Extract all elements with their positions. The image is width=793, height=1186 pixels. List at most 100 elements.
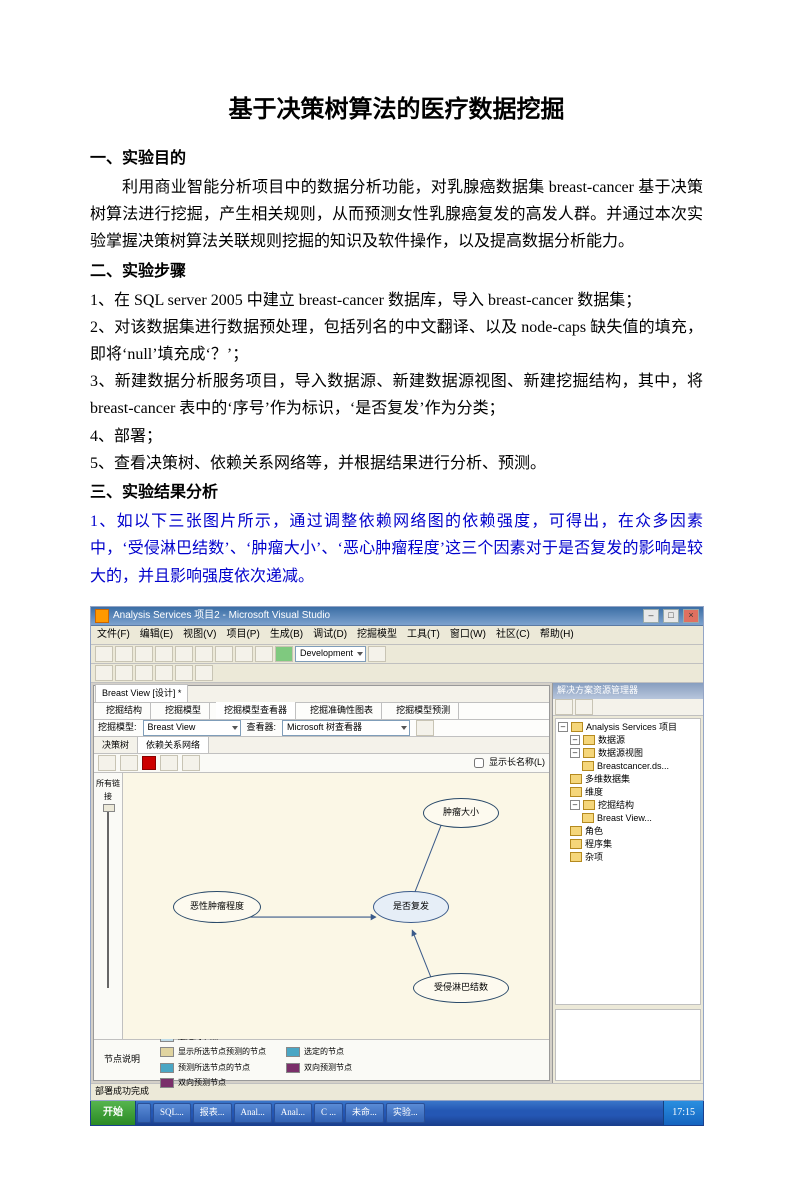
viewer-dropdown[interactable]: Microsoft 树查看器 — [282, 720, 410, 736]
system-tray[interactable]: 17:15 — [663, 1101, 703, 1125]
folder-icon — [583, 735, 595, 745]
find-icon[interactable] — [182, 755, 200, 771]
task-item[interactable] — [137, 1103, 151, 1123]
task-item[interactable]: Anal... — [234, 1103, 272, 1123]
task-item[interactable]: C ... — [314, 1103, 343, 1123]
tb2-icon[interactable] — [135, 665, 153, 681]
tab-predict[interactable]: 挖掘模型预测 — [388, 702, 459, 719]
mining-model-dropdown[interactable]: Breast View — [143, 720, 241, 736]
design-tabstrip: 挖掘结构 挖掘模型 挖掘模型查看器 挖掘准确性图表 挖掘模型预测 — [94, 703, 549, 720]
menu-view[interactable]: 视图(V) — [183, 626, 216, 643]
select-mode-icon[interactable] — [142, 756, 156, 770]
menu-help[interactable]: 帮助(H) — [540, 626, 574, 643]
tab-model[interactable]: 挖掘模型 — [157, 702, 210, 719]
menu-community[interactable]: 社区(C) — [496, 626, 530, 643]
step-4: 4、部署； — [90, 423, 703, 450]
menu-debug[interactable]: 调试(D) — [313, 626, 347, 643]
panel-title: 解决方案资源管理器 — [553, 683, 703, 699]
page-title: 基于决策树算法的医疗数据挖掘 — [90, 90, 703, 131]
fit-icon[interactable] — [160, 755, 178, 771]
windows-taskbar: 开始 SQL... 报表... Anal... Anal... C ... 未命… — [90, 1101, 704, 1126]
menu-edit[interactable]: 编辑(E) — [140, 626, 173, 643]
task-item[interactable]: 未命... — [345, 1103, 384, 1123]
tb-copy-icon[interactable] — [195, 646, 213, 662]
tb-more-icon[interactable] — [368, 646, 386, 662]
folder-icon — [570, 852, 582, 862]
close-button[interactable]: × — [683, 609, 699, 623]
show-longname-checkbox[interactable]: 显示长名称(L) — [470, 755, 545, 771]
menu-window[interactable]: 窗口(W) — [450, 626, 486, 643]
toolbar-2 — [91, 664, 703, 683]
menu-tools[interactable]: 工具(T) — [407, 626, 440, 643]
tb-new-icon[interactable] — [95, 646, 113, 662]
section1-paragraph: 利用商业智能分析项目中的数据分析功能，对乳腺癌数据集 breast-cancer… — [90, 174, 703, 256]
tb2-icon[interactable] — [155, 665, 173, 681]
tb2-icon[interactable] — [195, 665, 213, 681]
tab-accuracy[interactable]: 挖掘准确性图表 — [302, 702, 382, 719]
design-area: Breast View [设计] * 挖掘结构 挖掘模型 挖掘模型查看器 挖掘准… — [93, 685, 550, 1081]
tb-undo-icon[interactable] — [235, 646, 253, 662]
subtab-dependency[interactable]: 依赖关系网络 — [138, 737, 209, 753]
solution-explorer: 解决方案资源管理器 –Analysis Services 项目 –数据源 –数据… — [552, 683, 703, 1083]
menu-bar: 文件(F) 编辑(E) 视图(V) 项目(P) 生成(B) 调试(D) 挖掘模型… — [91, 626, 703, 645]
step-5: 5、查看决策树、依赖关系网络等，并根据结果进行分析、预测。 — [90, 450, 703, 477]
folder-icon — [570, 774, 582, 784]
step-2: 2、对该数据集进行数据预处理，包括列名的中文翻译、以及 node-caps 缺失… — [90, 314, 703, 368]
folder-icon — [570, 787, 582, 797]
start-button[interactable]: 开始 — [91, 1101, 136, 1125]
task-item[interactable]: 报表... — [193, 1103, 232, 1123]
panel-tb-icon[interactable] — [575, 699, 593, 715]
project-icon — [571, 722, 583, 732]
section2-heading: 二、实验步骤 — [90, 258, 703, 285]
maximize-button[interactable]: □ — [663, 609, 679, 623]
tree-toggle-icon[interactable]: – — [570, 800, 580, 810]
node-tumor-size[interactable]: 肿瘤大小 — [423, 798, 499, 828]
tb-open-icon[interactable] — [115, 646, 133, 662]
task-item[interactable]: Anal... — [274, 1103, 312, 1123]
legend-label: 节点说明 — [104, 1052, 140, 1067]
dependency-canvas[interactable]: 恶性肿瘤程度 是否复发 肿瘤大小 受侵淋巴结数 — [123, 773, 549, 1039]
tree-toggle-icon[interactable]: – — [570, 748, 580, 758]
folder-icon — [570, 839, 582, 849]
zoom-in-icon[interactable] — [98, 755, 116, 771]
vs-titlebar[interactable]: Analysis Services 项目2 - Microsoft Visual… — [91, 607, 703, 626]
tb-run-icon[interactable] — [275, 646, 293, 662]
task-item[interactable]: 实验... — [386, 1103, 425, 1123]
node-malignancy[interactable]: 恶性肿瘤程度 — [173, 891, 261, 923]
tb-cut-icon[interactable] — [175, 646, 193, 662]
tb-save-icon[interactable] — [135, 646, 153, 662]
section3-heading: 三、实验结果分析 — [90, 479, 703, 506]
menu-build[interactable]: 生成(B) — [270, 626, 303, 643]
tree-toggle-icon[interactable]: – — [570, 735, 580, 745]
tree-toggle-icon[interactable]: – — [558, 722, 568, 732]
tab-structure[interactable]: 挖掘结构 — [98, 702, 151, 719]
step-1: 1、在 SQL server 2005 中建立 breast-cancer 数据… — [90, 287, 703, 314]
tab-viewer[interactable]: 挖掘模型查看器 — [216, 702, 296, 719]
menu-mining[interactable]: 挖掘模型 — [357, 626, 397, 643]
solution-tree[interactable]: –Analysis Services 项目 –数据源 –数据源视图 Breast… — [555, 718, 701, 1005]
menu-file[interactable]: 文件(F) — [97, 626, 130, 643]
doc-tab[interactable]: Breast View [设计] * — [95, 684, 188, 702]
vs-window: Analysis Services 项目2 - Microsoft Visual… — [90, 606, 704, 1101]
config-dropdown[interactable]: Development — [295, 646, 366, 662]
subtab-tree[interactable]: 决策树 — [94, 737, 138, 753]
refresh-icon[interactable] — [416, 720, 434, 736]
tb2-icon[interactable] — [115, 665, 133, 681]
link-strength-slider[interactable]: 所有链接 — [94, 773, 123, 1039]
menu-project[interactable]: 项目(P) — [226, 626, 259, 643]
window-title-text: Analysis Services 项目2 - Microsoft Visual… — [113, 607, 330, 624]
clock: 17:15 — [672, 1104, 695, 1121]
tb-saveall-icon[interactable] — [155, 646, 173, 662]
properties-panel — [555, 1009, 701, 1081]
tb2-icon[interactable] — [95, 665, 113, 681]
tb-redo-icon[interactable] — [255, 646, 273, 662]
task-item[interactable]: SQL... — [153, 1103, 191, 1123]
zoom-out-icon[interactable] — [120, 755, 138, 771]
panel-tb-icon[interactable] — [555, 699, 573, 715]
minimize-button[interactable]: – — [643, 609, 659, 623]
tb-paste-icon[interactable] — [215, 646, 233, 662]
tb2-icon[interactable] — [175, 665, 193, 681]
node-lymph[interactable]: 受侵淋巴结数 — [413, 973, 509, 1003]
node-recurrence[interactable]: 是否复发 — [373, 891, 449, 923]
file-icon — [582, 761, 594, 771]
